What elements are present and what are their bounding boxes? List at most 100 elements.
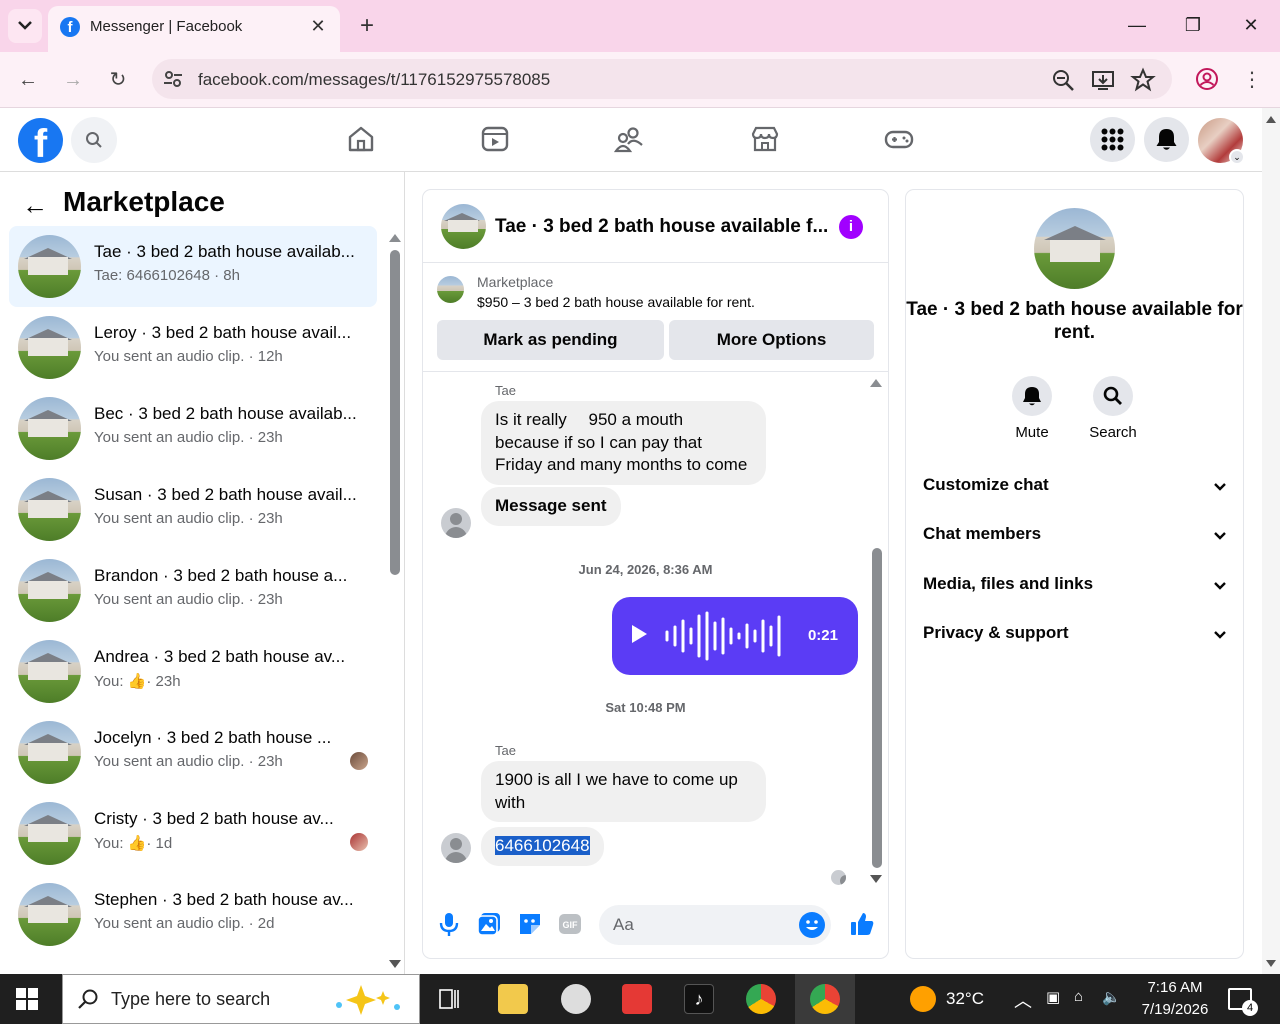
- listing-thumbnail: [18, 235, 81, 298]
- browser-tab[interactable]: f Messenger | Facebook ✕: [48, 6, 340, 52]
- scroll-down-arrow-icon[interactable]: [870, 875, 882, 883]
- chrome-profile-icon[interactable]: [810, 984, 840, 1014]
- zoom-icon[interactable]: [1050, 67, 1076, 93]
- search-action[interactable]: Search: [1073, 376, 1153, 441]
- scroll-down-arrow-icon[interactable]: [389, 960, 401, 968]
- new-tab-button[interactable]: +: [354, 12, 380, 40]
- back-arrow-icon[interactable]: ←: [22, 190, 48, 221]
- gif-icon[interactable]: GIF: [557, 911, 583, 937]
- video-icon[interactable]: [480, 124, 510, 154]
- address-bar[interactable]: facebook.com/messages/t/1176152975578085: [152, 59, 1172, 99]
- tray-overflow-icon[interactable]: ︿: [1014, 987, 1032, 1013]
- chat-scrollbar[interactable]: [872, 548, 882, 868]
- incoming-message[interactable]: 1900 is all I we have to come up with: [481, 761, 766, 822]
- reload-button[interactable]: ↻: [102, 64, 134, 96]
- listing-thumbnail: [18, 478, 81, 541]
- friends-icon[interactable]: [614, 124, 644, 154]
- tiktok-icon[interactable]: ♪: [684, 984, 714, 1014]
- play-icon[interactable]: [632, 625, 647, 643]
- task-view-icon[interactable]: [438, 988, 460, 1010]
- profile-icon[interactable]: [1195, 67, 1219, 91]
- tab-search-dropdown[interactable]: [8, 9, 42, 43]
- incoming-message[interactable]: Message sent: [481, 487, 621, 526]
- marketplace-listing-bar: Marketplace $950 – 3 bed 2 bath house av…: [423, 264, 888, 372]
- clock-date[interactable]: 7/19/2026: [1135, 1001, 1215, 1018]
- marketplace-icon[interactable]: [750, 124, 780, 154]
- privacy-support-section[interactable]: Privacy & support: [923, 623, 1229, 663]
- tab-close-icon[interactable]: ✕: [306, 14, 330, 38]
- scroll-down-arrow-icon[interactable]: [1266, 960, 1276, 967]
- weather-sun-icon[interactable]: [910, 986, 936, 1012]
- sticker-icon[interactable]: [517, 911, 543, 937]
- media-files-links-section[interactable]: Media, files and links: [923, 574, 1229, 614]
- bookmark-star-icon[interactable]: [1130, 67, 1156, 93]
- restore-window-button[interactable]: ❐: [1178, 10, 1208, 40]
- facebook-logo-icon[interactable]: f: [18, 118, 63, 163]
- chevron-down-icon: [1214, 631, 1226, 639]
- menu-button[interactable]: [1090, 117, 1135, 162]
- chat-title[interactable]: Tae · 3 bed 2 bath house available f...: [495, 216, 828, 238]
- chrome-icon[interactable]: [746, 984, 776, 1014]
- conversation-preview: You: 👍· 1d: [94, 834, 172, 852]
- network-icon[interactable]: ⌂: [1074, 988, 1083, 1005]
- conversation-item[interactable]: Leroy · 3 bed 2 bath house avail... You …: [9, 307, 377, 388]
- more-options-button[interactable]: More Options: [669, 320, 874, 360]
- scroll-up-arrow-icon[interactable]: [389, 234, 401, 242]
- audio-message[interactable]: 0:21: [612, 597, 858, 675]
- selected-phone-number[interactable]: 6466102648: [495, 836, 590, 855]
- conversation-item[interactable]: Jocelyn · 3 bed 2 bath house ... You sen…: [9, 712, 377, 793]
- scroll-up-arrow-icon[interactable]: [1266, 116, 1276, 123]
- temperature-text[interactable]: 32°C: [946, 989, 984, 1009]
- account-avatar[interactable]: ⌄: [1198, 118, 1245, 165]
- chat-thumbnail[interactable]: [441, 204, 486, 249]
- facebook-search-button[interactable]: [71, 117, 117, 163]
- incoming-message[interactable]: Is it really 950 a mouth because if so I…: [481, 401, 766, 485]
- chevron-down-icon: ⌄: [1229, 149, 1245, 165]
- clock-time[interactable]: 7:16 AM: [1143, 979, 1207, 996]
- forward-button[interactable]: →: [57, 64, 89, 96]
- windows-start-icon[interactable]: [16, 988, 38, 1010]
- back-button[interactable]: ←: [12, 64, 44, 96]
- notifications-button[interactable]: [1144, 117, 1189, 162]
- search-label: Search: [1089, 424, 1137, 441]
- message-input[interactable]: Aa: [599, 905, 831, 945]
- listing-title[interactable]: $950 – 3 bed 2 bath house available for …: [477, 294, 755, 310]
- file-explorer-icon[interactable]: [498, 984, 528, 1014]
- conversation-item[interactable]: Andrea · 3 bed 2 bath house av... You: 👍…: [9, 631, 377, 712]
- mark-as-pending-button[interactable]: Mark as pending: [437, 320, 664, 360]
- conversation-item[interactable]: Bec · 3 bed 2 bath house availab... You …: [9, 388, 377, 469]
- home-icon[interactable]: [346, 124, 376, 154]
- page-scrollbar[interactable]: [1262, 108, 1280, 974]
- sidebar-scrollbar[interactable]: [390, 250, 400, 575]
- microphone-icon[interactable]: [436, 911, 462, 937]
- webcam-icon[interactable]: ▣: [1046, 988, 1060, 1006]
- incoming-message[interactable]: 6466102648: [481, 827, 604, 866]
- customize-chat-section[interactable]: Customize chat: [923, 475, 1229, 515]
- snipping-tool-icon[interactable]: [561, 984, 591, 1014]
- chat-members-section[interactable]: Chat members: [923, 524, 1229, 564]
- anydesk-icon[interactable]: [622, 984, 652, 1014]
- conversation-item[interactable]: Susan · 3 bed 2 bath house avail... You …: [9, 469, 377, 550]
- search-icon: [86, 132, 102, 148]
- conversation-item[interactable]: Stephen · 3 bed 2 bath house av... You s…: [9, 874, 377, 955]
- install-app-icon[interactable]: [1090, 67, 1116, 93]
- mute-action[interactable]: Mute: [992, 376, 1072, 441]
- info-icon[interactable]: i: [839, 215, 863, 239]
- volume-icon[interactable]: 🔈: [1102, 988, 1121, 1006]
- taskbar-search-box[interactable]: Type here to search: [62, 974, 420, 1024]
- conversation-item[interactable]: Brandon · 3 bed 2 bath house a... You se…: [9, 550, 377, 631]
- details-thumbnail[interactable]: [1034, 208, 1115, 289]
- conversation-item[interactable]: Tae · 3 bed 2 bath house availab... Tae:…: [9, 226, 377, 307]
- conversation-item[interactable]: Cristy · 3 bed 2 bath house av... You: 👍…: [9, 793, 377, 874]
- browser-menu-icon[interactable]: ⋮: [1236, 64, 1268, 96]
- minimize-window-button[interactable]: —: [1122, 10, 1152, 40]
- notification-center-icon[interactable]: 4: [1228, 988, 1258, 1016]
- photo-gallery-icon[interactable]: [476, 911, 502, 937]
- conversation-preview: You sent an audio clip. · 23h: [94, 753, 283, 770]
- scroll-up-arrow-icon[interactable]: [870, 379, 882, 387]
- emoji-icon[interactable]: [799, 912, 825, 938]
- gaming-icon[interactable]: [884, 124, 914, 154]
- thumbs-up-icon[interactable]: [849, 911, 875, 937]
- site-settings-icon[interactable]: [162, 68, 184, 90]
- close-window-button[interactable]: ✕: [1236, 10, 1266, 40]
